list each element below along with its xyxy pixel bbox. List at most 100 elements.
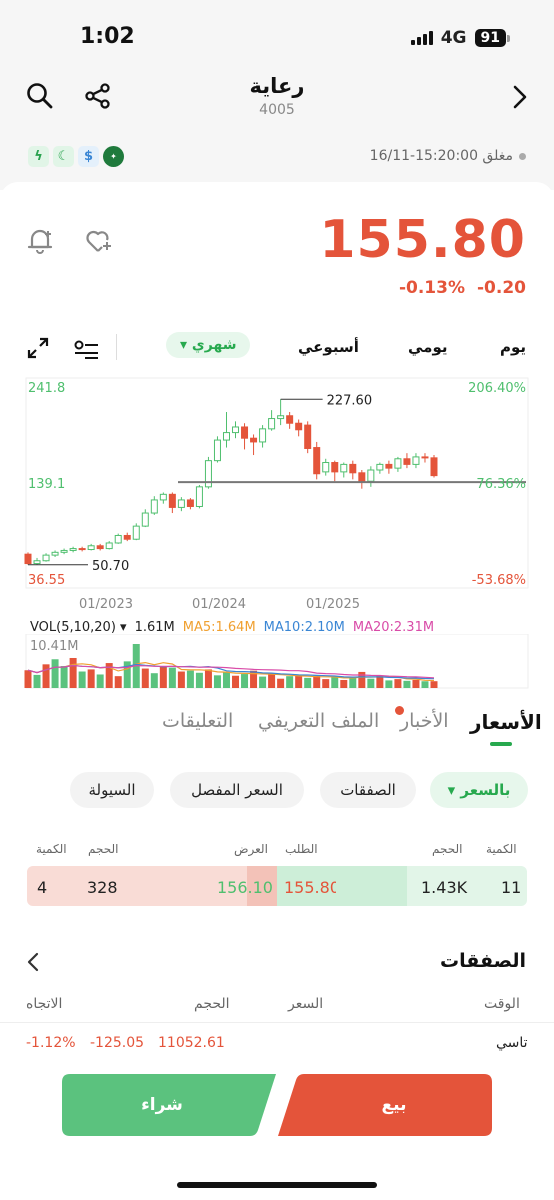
bid-volume: 1.43K — [421, 878, 468, 897]
candle — [168, 493, 176, 508]
active-tab-indicator — [490, 742, 512, 746]
period-day[interactable]: يوم — [500, 338, 526, 356]
signal-icon — [410, 31, 433, 45]
period-monthly[interactable]: ▾ شهري — [166, 332, 251, 358]
volume-bar — [430, 681, 438, 688]
candle — [141, 512, 149, 527]
ask-price: 156.10 — [217, 878, 273, 897]
trade-change: -125.05 — [90, 1035, 145, 1051]
candle — [250, 437, 258, 443]
tab-prices[interactable]: الأسعار — [470, 710, 542, 734]
candle — [394, 458, 402, 469]
candle — [367, 469, 375, 482]
candle — [322, 462, 330, 473]
candle — [421, 456, 429, 459]
candle — [331, 462, 339, 473]
candle — [69, 548, 77, 551]
time-header: الوقت — [484, 996, 520, 1012]
volume-bar — [150, 673, 158, 688]
x-tick-2023: 01/2023 — [79, 597, 133, 612]
candle — [33, 560, 41, 565]
volume-bar — [286, 676, 294, 688]
period-weekly[interactable]: أسبوعي — [298, 338, 359, 356]
ask-volume: 328 — [87, 878, 118, 897]
dropdown-caret-icon: ▾ — [180, 337, 188, 353]
volume-chart[interactable] — [0, 634, 554, 690]
chevron-right-icon[interactable] — [510, 84, 530, 114]
volume-bar — [358, 671, 366, 688]
ma10-value: MA10:2.10M — [263, 620, 345, 635]
heart-add-icon[interactable] — [84, 226, 114, 260]
volume-bar — [141, 668, 149, 688]
filter-detailed-price[interactable]: السعر المفصل — [170, 772, 304, 808]
volume-bar — [412, 679, 420, 688]
volume-bar — [349, 677, 357, 688]
buy-button[interactable]: شراء — [62, 1074, 262, 1136]
high-label: 227.60 — [327, 393, 373, 408]
volume-bar — [78, 671, 86, 688]
tab-comments[interactable]: التعليقات — [162, 710, 233, 732]
volume-bar — [367, 678, 375, 688]
candle — [340, 463, 348, 473]
volume-bar — [168, 667, 176, 688]
volume-bar — [403, 680, 411, 688]
filter-liquidity[interactable]: السيولة — [70, 772, 154, 808]
candle — [430, 457, 438, 477]
volume-bar — [195, 672, 203, 688]
last-price: 155.80 — [319, 210, 526, 270]
divider — [116, 334, 117, 360]
volume-bar — [96, 674, 104, 688]
candle — [412, 456, 420, 465]
bell-add-icon[interactable] — [26, 226, 56, 260]
volume-bar — [51, 659, 59, 688]
candle — [24, 553, 32, 565]
trades-section-title: الصفقات — [440, 950, 526, 972]
volume-bar — [69, 657, 77, 688]
candle — [213, 439, 221, 462]
volume-bar — [24, 670, 32, 688]
tab-news[interactable]: الأخبار — [400, 710, 449, 732]
volume-bar — [33, 674, 41, 688]
indicator-settings-icon[interactable] — [72, 338, 100, 364]
filter-by-price[interactable]: ▾ بالسعر — [430, 772, 528, 808]
filter-trades[interactable]: الصفقات — [320, 772, 416, 808]
candle — [150, 499, 158, 514]
lightning-icon: ϟ — [28, 146, 49, 167]
candle — [96, 545, 104, 550]
chevron-left-icon[interactable] — [24, 950, 42, 978]
bid-qty: 11 — [501, 878, 522, 897]
status-indicators: 4G 91 — [410, 28, 510, 48]
volume-bar — [304, 677, 312, 688]
candle — [51, 551, 59, 556]
x-tick-2024: 01/2024 — [192, 597, 246, 612]
tab-profile[interactable]: الملف التعريفي — [258, 710, 379, 732]
candle — [222, 432, 230, 441]
volume-label[interactable]: VOL(5,10,20) ▾ — [30, 620, 127, 635]
candle — [60, 549, 68, 553]
sell-button[interactable]: بيع — [296, 1074, 492, 1136]
volume-bar — [114, 676, 122, 688]
orderbook-row[interactable]: 4 328 156.10 155.80 1.43K 11 — [27, 866, 527, 906]
candle — [123, 534, 131, 540]
battery-level: 91 — [474, 29, 506, 47]
expand-icon[interactable] — [26, 336, 50, 364]
volume-bar — [177, 671, 185, 688]
price-change: -0.13% -0.20 — [399, 278, 526, 298]
news-badge-dot — [395, 706, 404, 715]
candle — [385, 463, 393, 469]
volume-bar — [322, 679, 330, 688]
candle — [358, 472, 366, 482]
period-daily[interactable]: يومي — [408, 338, 448, 356]
stock-tags: ϟ ☾ $ ✦ — [28, 146, 124, 167]
candle — [114, 534, 122, 544]
candle — [295, 422, 303, 431]
candle — [259, 428, 267, 443]
volume-value: 1.61M — [134, 620, 175, 635]
volume-bar — [241, 674, 249, 688]
volume-bar — [213, 675, 221, 688]
candlestick-chart[interactable]: 241.8 139.1 36.55 206.40% 76.36% -53.68%… — [0, 372, 554, 620]
direction-header: الاتجاه — [26, 996, 63, 1012]
candle — [186, 499, 194, 507]
volume-bar — [204, 669, 212, 688]
ask-vol-header: الحجم — [88, 842, 119, 856]
